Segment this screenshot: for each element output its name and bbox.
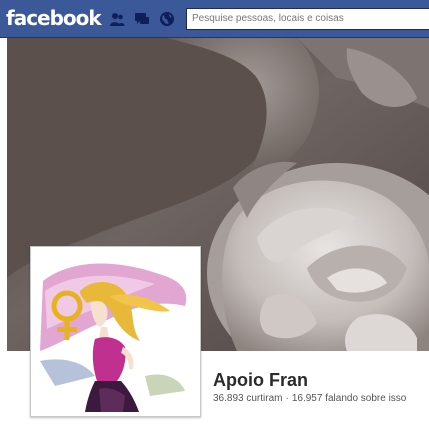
page-stats: 36.893 curtiram · 16.957 falando sobre iss… <box>213 393 406 404</box>
top-navigation-bar: facebook Pesquise pessoas, locais e cois… <box>0 0 429 38</box>
talking-about-count[interactable]: 16.957 falando sobre isso <box>292 393 407 404</box>
facebook-logo[interactable]: facebook <box>6 5 102 31</box>
likes-count[interactable]: 36.893 curtiram <box>213 393 282 404</box>
separator: · <box>285 393 289 404</box>
page-title: Apoio Fran <box>213 370 308 390</box>
globe-icon[interactable] <box>159 11 175 27</box>
profile-picture[interactable] <box>30 246 201 417</box>
search-input[interactable]: Pesquise pessoas, locais e coisas <box>186 8 429 30</box>
friend-requests-icon[interactable] <box>109 11 125 27</box>
messages-icon[interactable] <box>134 11 150 27</box>
